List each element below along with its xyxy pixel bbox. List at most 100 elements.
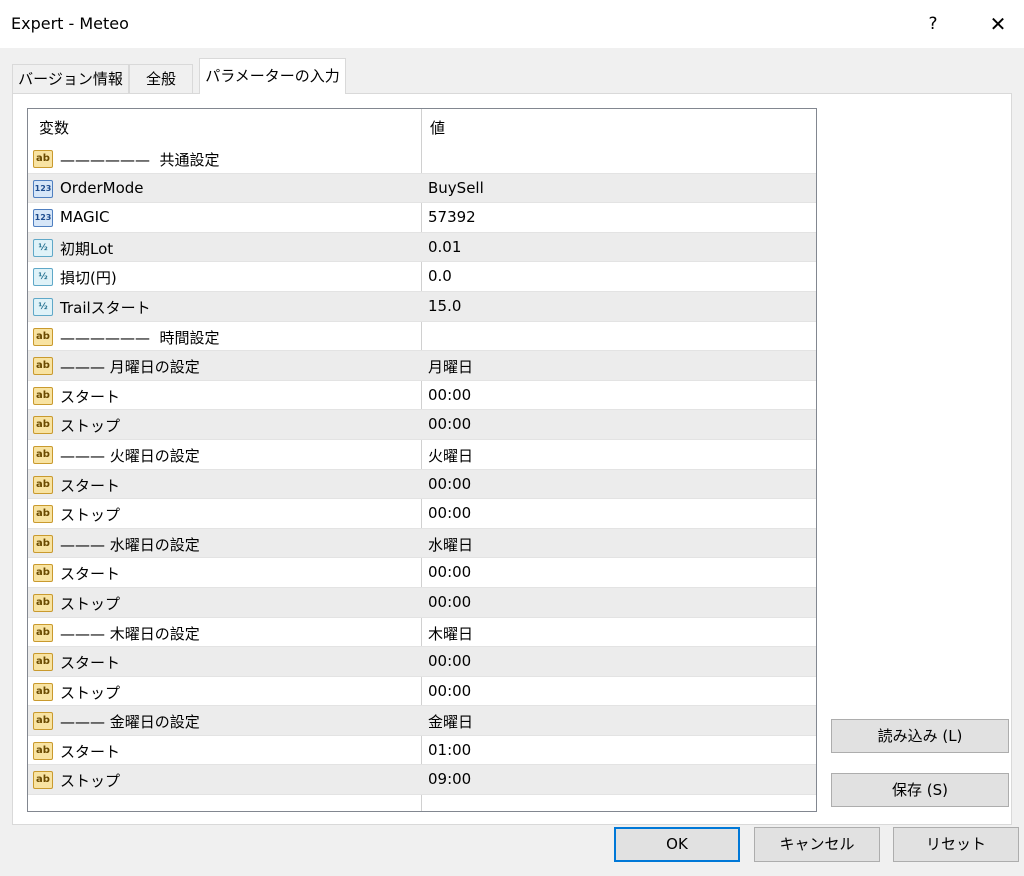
parameter-name: ストップ: [60, 772, 121, 791]
parameter-row[interactable]: ab スタート 00:00: [28, 647, 816, 677]
parameter-value[interactable]: 0.01: [428, 238, 461, 256]
reset-button[interactable]: リセット: [893, 827, 1019, 862]
parameter-value[interactable]: 00:00: [428, 415, 471, 433]
tab-parameters[interactable]: パラメーターの入力: [199, 58, 346, 94]
parameter-name: スタート: [60, 387, 121, 406]
parameter-row[interactable]: ab スタート 01:00: [28, 736, 816, 766]
grid-rows: ab —————— 共通設定 123 OrderMode BuySell 123 MAGIC…: [28, 144, 816, 796]
tab-general[interactable]: 全般: [129, 64, 193, 93]
string-type-icon: ab: [33, 623, 53, 642]
string-type-icon: ab: [33, 564, 53, 583]
parameter-row[interactable]: ab スタート 00:00: [28, 469, 816, 500]
integer-type-icon: 123: [33, 179, 53, 198]
parameter-value[interactable]: 火曜日: [428, 445, 473, 466]
string-type-icon: ab: [33, 593, 53, 612]
string-type-icon: ab: [33, 653, 53, 672]
parameter-name: スタート: [60, 476, 121, 495]
header-value[interactable]: 値: [430, 117, 445, 138]
string-type-icon: ab: [33, 505, 53, 524]
parameter-row[interactable]: ab ——— 火曜日の設定 火曜日: [28, 440, 816, 470]
parameter-name: 初期Lot: [60, 239, 114, 258]
parameter-name: ——— 木曜日の設定: [60, 624, 200, 643]
parameter-value[interactable]: 00:00: [428, 475, 471, 493]
load-button[interactable]: 読み込み (L): [831, 719, 1009, 753]
parameter-row[interactable]: ab ——— 木曜日の設定 木曜日: [28, 618, 816, 648]
string-type-icon: ab: [33, 534, 53, 553]
parameter-name: スタート: [60, 742, 121, 761]
parameter-value[interactable]: 00:00: [428, 593, 471, 611]
string-type-icon: ab: [33, 771, 53, 790]
string-type-icon: ab: [33, 386, 53, 405]
parameter-value[interactable]: 00:00: [428, 386, 471, 404]
close-button[interactable]: ✕: [982, 6, 1014, 42]
parameter-value[interactable]: 00:00: [428, 652, 471, 670]
parameter-row[interactable]: ab ストップ 00:00: [28, 677, 816, 707]
parameter-name: ストップ: [60, 594, 121, 613]
double-type-icon: ½: [33, 297, 53, 316]
parameter-row[interactable]: ab —————— 共通設定: [28, 144, 816, 174]
parameter-name: スタート: [60, 565, 121, 584]
parameter-value[interactable]: 金曜日: [428, 711, 473, 732]
parameter-name: Trailスタート: [60, 298, 151, 317]
parameter-row[interactable]: ½ 初期Lot 0.01: [28, 232, 816, 263]
parameter-value[interactable]: 00:00: [428, 563, 471, 581]
header-variable[interactable]: 変数: [39, 117, 69, 138]
string-type-icon: ab: [33, 475, 53, 494]
parameter-row[interactable]: ab ストップ 00:00: [28, 499, 816, 529]
string-type-icon: ab: [33, 682, 53, 701]
parameter-name: ——— 火曜日の設定: [60, 446, 200, 465]
parameter-value[interactable]: 09:00: [428, 770, 471, 788]
parameter-name: —————— 共通設定: [60, 151, 220, 169]
parameter-row[interactable]: ½ Trailスタート 15.0: [28, 291, 816, 322]
parameter-row[interactable]: 123 OrderMode BuySell: [28, 173, 816, 204]
parameter-row[interactable]: ab スタート 00:00: [28, 381, 816, 411]
parameter-value[interactable]: 01:00: [428, 741, 471, 759]
parameter-value[interactable]: 水曜日: [428, 534, 473, 555]
parameter-name: —————— 時間設定: [60, 328, 220, 347]
grid-header: 変数 値: [28, 109, 816, 144]
parameter-value[interactable]: 月曜日: [428, 356, 473, 377]
parameter-row[interactable]: ab ——— 水曜日の設定 水曜日: [28, 528, 816, 559]
parameter-name: ストップ: [60, 683, 121, 702]
string-type-icon: ab: [33, 327, 53, 346]
string-type-icon: ab: [33, 445, 53, 464]
window-title: Expert - Meteo: [11, 14, 129, 33]
parameter-name: MAGIC: [60, 208, 110, 227]
cancel-button[interactable]: キャンセル: [754, 827, 880, 862]
parameter-name: ——— 月曜日の設定: [60, 358, 200, 377]
parameter-value[interactable]: 00:00: [428, 682, 471, 700]
integer-type-icon: 123: [33, 209, 53, 228]
string-type-icon: ab: [33, 741, 53, 760]
string-type-icon: ab: [33, 150, 53, 168]
title-bar: Expert - Meteo ? ✕: [0, 0, 1024, 48]
help-button[interactable]: ?: [918, 6, 948, 42]
parameter-name: ——— 金曜日の設定: [60, 713, 200, 732]
parameter-value[interactable]: BuySell: [428, 179, 484, 197]
parameter-row[interactable]: ab ——— 月曜日の設定 月曜日: [28, 351, 816, 381]
tab-version-info[interactable]: バージョン情報: [12, 64, 129, 93]
parameter-row[interactable]: ab ストップ 09:00: [28, 765, 816, 796]
save-button[interactable]: 保存 (S): [831, 773, 1009, 807]
string-type-icon: ab: [33, 416, 53, 435]
parameter-name: OrderMode: [60, 178, 144, 197]
parameter-name: 損切(円): [60, 269, 117, 288]
string-type-icon: ab: [33, 712, 53, 731]
parameter-grid[interactable]: 変数 値 ab —————— 共通設定 123 OrderMode BuySell 123…: [27, 108, 817, 812]
ok-button[interactable]: OK: [614, 827, 740, 862]
parameter-row[interactable]: ab ストップ 00:00: [28, 410, 816, 440]
parameter-row[interactable]: ½ 損切(円) 0.0: [28, 262, 816, 292]
parameter-row[interactable]: ab —————— 時間設定: [28, 322, 816, 352]
string-type-icon: ab: [33, 357, 53, 376]
parameter-name: スタート: [60, 654, 121, 673]
parameter-row[interactable]: ab ストップ 00:00: [28, 587, 816, 618]
parameter-value[interactable]: 00:00: [428, 504, 471, 522]
parameter-row[interactable]: ab ——— 金曜日の設定 金曜日: [28, 706, 816, 736]
parameter-row[interactable]: ab スタート 00:00: [28, 558, 816, 588]
double-type-icon: ½: [33, 268, 53, 287]
parameter-value[interactable]: 57392: [428, 208, 476, 226]
parameter-value[interactable]: 木曜日: [428, 623, 473, 644]
parameter-row[interactable]: 123 MAGIC 57392: [28, 203, 816, 233]
parameter-name: ストップ: [60, 506, 121, 525]
parameter-value[interactable]: 0.0: [428, 267, 452, 285]
parameter-value[interactable]: 15.0: [428, 297, 461, 315]
